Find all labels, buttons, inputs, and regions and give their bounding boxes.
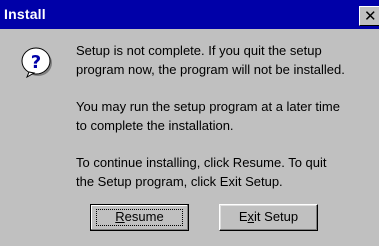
question-icon: ?: [21, 46, 53, 79]
exit-setup-button[interactable]: Exit Setup: [219, 204, 318, 231]
exit-setup-button-label: Exit Setup: [239, 205, 298, 229]
install-dialog: Install ✕ ? Setup is not complete. If yo…: [0, 0, 379, 246]
message-paragraph-2: You may run the setup program at a later…: [76, 97, 340, 135]
close-button[interactable]: ✕: [359, 6, 379, 26]
message-line: You may run the setup program at a later…: [76, 99, 340, 114]
message-line: Setup is not complete. If you quit the s…: [76, 43, 322, 58]
message-line: to complete the installation.: [76, 118, 234, 133]
resume-mnemonic: R: [115, 209, 125, 224]
svg-text:?: ?: [31, 52, 41, 73]
exit-label-rest: it Setup: [254, 209, 299, 224]
exit-label-prefix: E: [238, 209, 248, 224]
close-icon: ✕: [364, 7, 377, 25]
resume-button[interactable]: Resume: [90, 204, 189, 231]
resume-label-rest: esume: [124, 209, 164, 224]
window-title: Install: [4, 6, 46, 22]
message-line: program now, the program will not be ins…: [76, 62, 345, 77]
message-line: To continue installing, click Resume. To…: [76, 155, 327, 170]
title-bar[interactable]: Install ✕: [0, 0, 379, 29]
resume-button-label: Resume: [115, 205, 163, 229]
message-line: the Setup program, click Exit Setup.: [76, 174, 283, 189]
message-paragraph-3: To continue installing, click Resume. To…: [76, 153, 327, 191]
message-paragraph-1: Setup is not complete. If you quit the s…: [76, 41, 345, 79]
